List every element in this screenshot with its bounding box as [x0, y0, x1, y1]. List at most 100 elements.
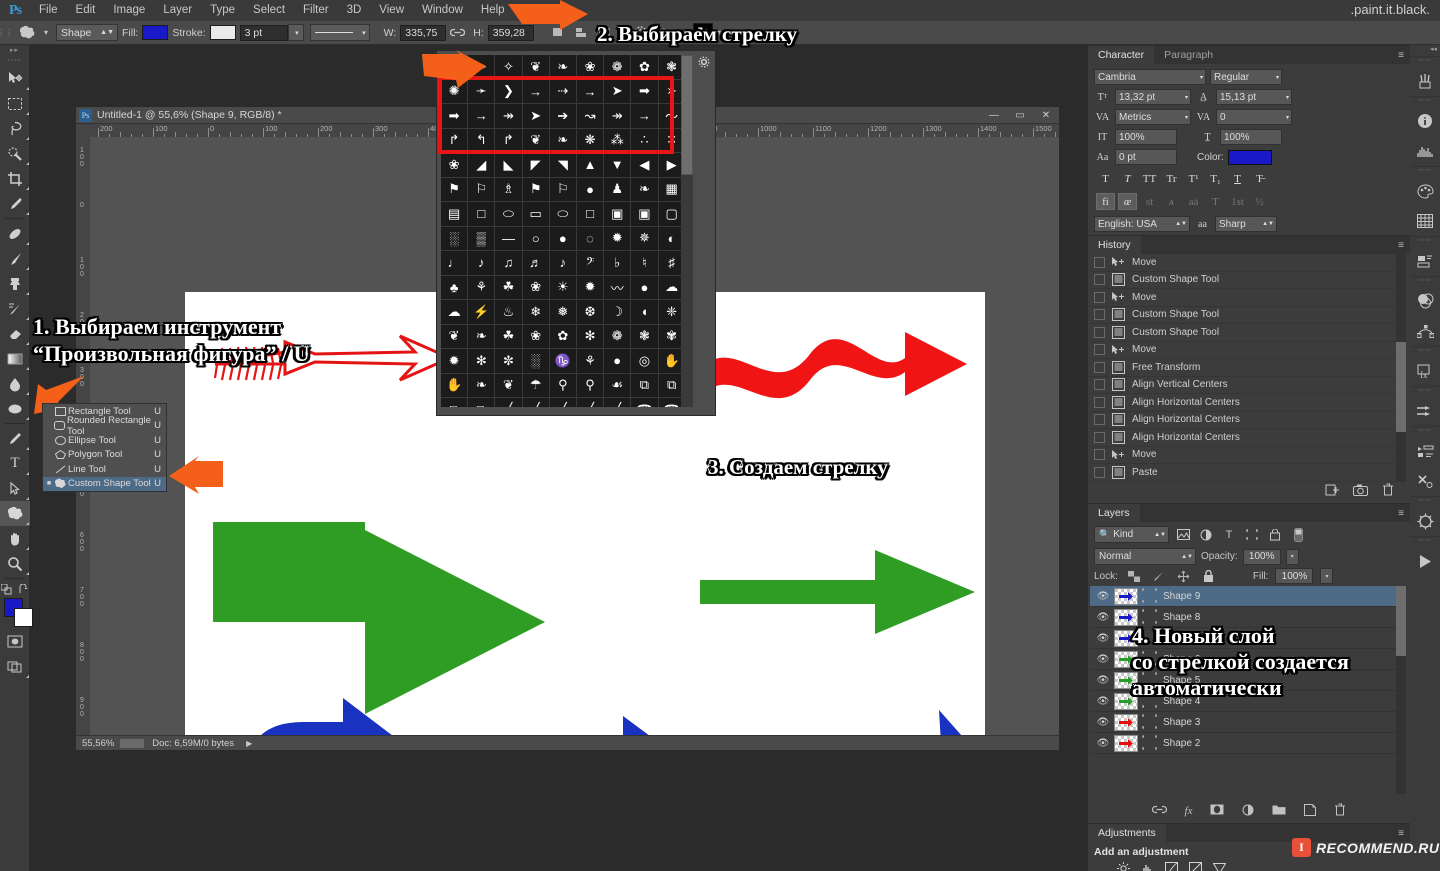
shape-cell[interactable]: ☀ [549, 275, 577, 300]
shape-cell[interactable]: ⚑ [522, 177, 550, 202]
history-item[interactable]: Free Transform [1090, 359, 1400, 377]
layer-thumbnail[interactable] [1114, 713, 1138, 731]
fill-value[interactable]: 100% [1275, 568, 1314, 584]
brush-tool[interactable] [0, 246, 30, 271]
menu-select[interactable]: Select [244, 0, 294, 21]
faux-bold-button[interactable]: T [1096, 170, 1115, 187]
shape-cell[interactable]: ▼ [604, 153, 632, 178]
shape-cell[interactable]: ⚑ [441, 177, 469, 202]
shape-mode-select[interactable]: Shape ▲▼ [56, 24, 119, 41]
path-selection-tool[interactable] [0, 476, 30, 501]
quick-selection-tool[interactable] [0, 141, 30, 166]
shape-cell[interactable]: ♫ [495, 251, 523, 276]
shape-cell[interactable]: ♑ [549, 349, 577, 374]
shape-cell[interactable]: ♪ [549, 251, 577, 276]
width-field[interactable]: 335,75 [400, 24, 447, 41]
shape-cell[interactable]: ♟ [604, 177, 632, 202]
shape-cell[interactable]: ╱ [550, 398, 577, 407]
layer-visibility-toggle[interactable]: 👁 [1092, 591, 1114, 602]
history-state-box[interactable] [1094, 396, 1105, 408]
shape-cell[interactable]: ▒ [468, 226, 496, 251]
history-item[interactable]: Move [1090, 447, 1400, 464]
shape-cell[interactable]: ☙ [604, 373, 632, 398]
character-panel-menu-icon[interactable]: ≡ [1398, 50, 1404, 61]
minimize-button[interactable]: — [981, 107, 1007, 124]
shape-cell[interactable]: ⧉ [631, 373, 659, 398]
filter-adjustment-layers-icon[interactable] [1197, 527, 1215, 543]
new-document-from-state-icon[interactable] [1325, 483, 1339, 501]
history-item[interactable]: Align Horizontal Centers [1090, 429, 1400, 447]
history-scroll-thumb[interactable] [1396, 342, 1406, 432]
shape-cell[interactable]: ☎ [631, 398, 659, 407]
layer-visibility-toggle[interactable]: 👁 [1092, 717, 1114, 728]
flyout-polygon-tool[interactable]: Polygon Tool U [43, 448, 166, 463]
layers-scrollbar[interactable] [1396, 586, 1406, 794]
shape-cell[interactable]: ✻ [576, 324, 605, 349]
fill-chevron-icon[interactable]: ▾ [1320, 568, 1334, 584]
shape-cell[interactable]: ☘ [495, 324, 523, 349]
fill-swatch[interactable] [142, 25, 169, 40]
shape-cell[interactable]: ❅ [549, 300, 577, 325]
history-item[interactable]: Custom Shape Tool [1090, 307, 1400, 324]
brush-presets-icon[interactable] [1410, 66, 1440, 96]
stroke-swatch[interactable] [209, 25, 236, 40]
histogram-icon[interactable] [1410, 136, 1440, 166]
shape-cell[interactable]: ❧ [631, 177, 659, 202]
shape-cell[interactable]: ⧉ [441, 398, 469, 407]
shape-cell[interactable]: ⚡ [468, 300, 496, 325]
shape-cell[interactable]: ☁ [441, 300, 469, 325]
shape-cell[interactable]: ❁ [604, 324, 632, 349]
custom-shape-tool[interactable] [0, 501, 30, 526]
menu-window[interactable]: Window [413, 0, 472, 21]
history-item[interactable]: Align Horizontal Centers [1090, 412, 1400, 429]
shape-cell[interactable]: ⬭ [549, 202, 577, 227]
faux-italic-button[interactable]: T [1118, 170, 1137, 187]
strikethrough-button[interactable]: T̶ [1250, 170, 1269, 187]
shape-cell[interactable]: ✿ [549, 324, 577, 349]
kerning-field[interactable]: Metrics ▾ [1115, 109, 1191, 125]
opacity-value[interactable]: 100% [1242, 548, 1281, 565]
flyout-line-tool[interactable]: Line Tool U [43, 462, 166, 477]
tab-adjustments[interactable]: Adjustments [1088, 824, 1166, 842]
history-state-box[interactable] [1094, 379, 1105, 391]
shape-cell[interactable]: ♪ [468, 251, 496, 276]
font-size-field[interactable]: 13,32 pt ▾ [1115, 89, 1191, 105]
fractions-button[interactable]: ½ [1250, 193, 1269, 210]
shape-cell[interactable]: ◖ [631, 300, 659, 325]
standard-ligatures-button[interactable]: fi [1096, 193, 1115, 210]
tool-presets-icon[interactable] [1410, 396, 1440, 426]
eraser-tool[interactable] [0, 321, 30, 346]
language-select[interactable]: English: USA ▲▼ [1094, 216, 1190, 232]
history-state-box[interactable] [1094, 326, 1105, 338]
foreground-background-color[interactable] [0, 595, 33, 629]
stroke-width-chevron[interactable]: ▾ [287, 24, 304, 41]
layer-filter-kind-select[interactable]: 🔍 Kind ▲▼ [1094, 526, 1169, 543]
shape-cell[interactable]: ❀ [522, 324, 550, 349]
shape-cell[interactable]: ❧ [468, 373, 496, 398]
discretionary-ligatures-button[interactable]: st [1140, 193, 1159, 210]
all-caps-button[interactable]: TT [1140, 170, 1159, 187]
layer-mask-icon[interactable] [1210, 804, 1224, 818]
layer-vector-mask-thumbnail[interactable] [1142, 713, 1157, 731]
menu-image[interactable]: Image [104, 0, 154, 21]
layer-visibility-toggle[interactable]: 👁 [1092, 675, 1114, 686]
layer-vector-mask-thumbnail[interactable] [1142, 587, 1157, 605]
shape-cell[interactable]: ❧ [468, 324, 496, 349]
history-state-box[interactable] [1094, 361, 1105, 373]
flyout-custom-shape-tool[interactable]: ■ Custom Shape Tool U [43, 476, 166, 491]
superscript-button[interactable]: T¹ [1184, 170, 1203, 187]
shape-cell[interactable]: □ [468, 202, 496, 227]
curves-icon[interactable] [1164, 862, 1179, 871]
history-state-box[interactable] [1094, 449, 1105, 461]
swatches-icon[interactable] [1410, 206, 1440, 236]
delete-icon[interactable] [1382, 483, 1394, 501]
shape-cell[interactable]: ✋ [441, 373, 469, 398]
layers-panel-menu-icon[interactable]: ≡ [1398, 508, 1404, 519]
layer-row[interactable]: 👁 Shape 9 [1090, 586, 1400, 607]
shape-cell[interactable]: ▣ [631, 202, 659, 227]
exposure-icon[interactable] [1188, 862, 1203, 871]
lock-image-pixels-icon[interactable] [1150, 568, 1168, 584]
filter-smart-objects-icon[interactable] [1266, 527, 1284, 543]
layer-thumbnail[interactable] [1114, 587, 1138, 605]
shape-cell[interactable]: ❃ [631, 324, 659, 349]
